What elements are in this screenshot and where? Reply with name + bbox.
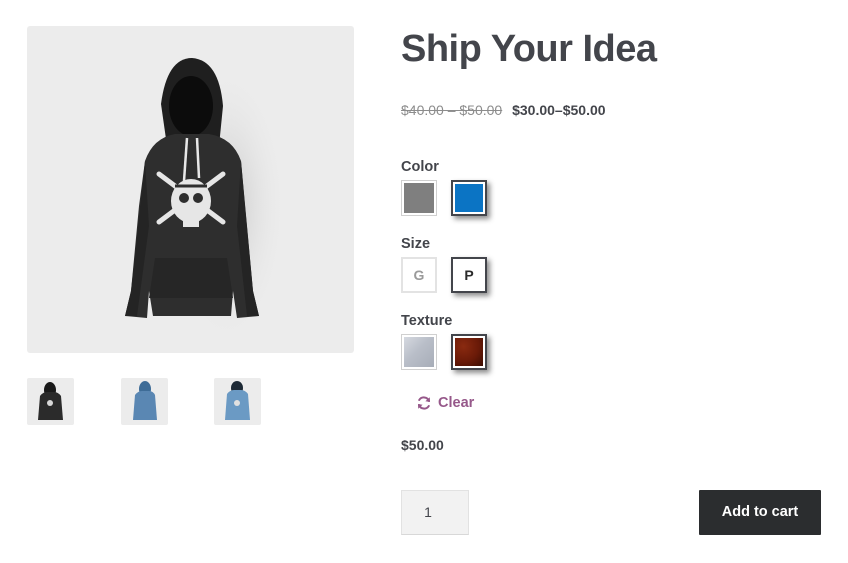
size-label: Size <box>401 236 431 252</box>
texture-swatch-silver[interactable] <box>401 334 437 370</box>
hoodie-thumbnail-icon <box>225 381 250 420</box>
add-to-cart-button[interactable]: Add to cart <box>699 490 821 535</box>
sale-price: $30.00–$50.00 <box>512 102 606 118</box>
texture-label: Texture <box>401 313 453 329</box>
texture-swatch-image <box>455 338 483 366</box>
quantity-input[interactable]: 1 <box>401 490 469 535</box>
color-swatch-fill <box>404 183 434 213</box>
thumbnail-blue-hoodie-front[interactable] <box>214 378 261 425</box>
color-swatch-fill <box>455 184 483 212</box>
texture-swatch-image <box>404 337 434 367</box>
variation-price: $50.00 <box>401 437 444 453</box>
hoodie-image <box>125 58 287 346</box>
hoodie-thumbnail-icon <box>38 382 63 420</box>
clear-label: Clear <box>438 395 475 411</box>
refresh-icon <box>416 395 432 411</box>
price-range: $40.00 – $50.00 $30.00–$50.00 <box>401 102 606 118</box>
color-swatch-gray[interactable] <box>401 180 437 216</box>
thumbnail-blue-hoodie-side[interactable] <box>121 378 168 425</box>
clear-selection-link[interactable]: Clear <box>416 395 474 411</box>
old-price: $40.00 – $50.00 <box>401 102 503 118</box>
color-swatch-blue[interactable] <box>451 180 487 216</box>
hoodie-thumbnail-icon <box>133 381 157 420</box>
size-swatch-g[interactable]: G <box>401 257 437 293</box>
color-label: Color <box>401 159 439 175</box>
product-title: Ship Your Idea <box>401 28 657 70</box>
size-swatch-p[interactable]: P <box>451 257 487 293</box>
thumbnail-black-hoodie[interactable] <box>27 378 74 425</box>
texture-swatch-rust[interactable] <box>451 334 487 370</box>
product-main-image[interactable] <box>27 26 354 353</box>
